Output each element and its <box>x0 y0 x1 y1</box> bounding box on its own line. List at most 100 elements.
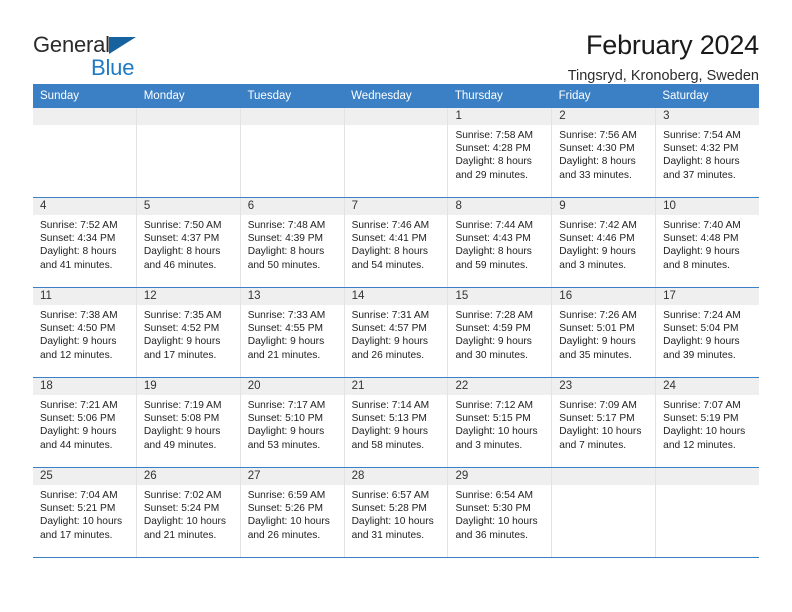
sunrise-text: Sunrise: 6:59 AM <box>247 490 326 501</box>
daylight-text-line2: and 30 minutes. <box>455 349 528 361</box>
sunrise-text: Sunrise: 7:17 AM <box>247 400 326 411</box>
day-cell[interactable]: 24 Sunrise: 7:07 AM Sunset: 5:19 PM Dayligh… <box>656 378 760 467</box>
daylight-text-line2: and 35 minutes. <box>559 349 632 361</box>
day-cell[interactable]: 17 Sunrise: 7:24 AM Sunset: 5:04 PM Dayligh… <box>656 288 760 377</box>
day-details: Sunrise: 7:50 AM Sunset: 4:37 PM Daylight:… <box>137 215 240 272</box>
calendar-page: General Blue February 2024 Tingsryd, Kro… <box>0 0 792 612</box>
day-number <box>344 108 448 125</box>
day-cell[interactable]: 14 Sunrise: 7:31 AM Sunset: 4:57 PM Dayligh… <box>344 288 449 377</box>
sunset-text: Sunset: 4:39 PM <box>247 233 324 245</box>
day-number: 19 <box>136 378 240 395</box>
weekday-header-row: Sunday Monday Tuesday Wednesday Thursday… <box>33 84 759 108</box>
sunset-text: Sunset: 5:01 PM <box>559 323 635 335</box>
weekday-header-friday: Friday <box>558 90 591 102</box>
day-cell-empty <box>656 468 760 557</box>
day-cell[interactable]: 27 Sunrise: 6:59 AM Sunset: 5:26 PM Dayligh… <box>240 468 345 557</box>
day-details: Sunrise: 7:48 AM Sunset: 4:39 PM Daylight:… <box>241 215 344 272</box>
daylight-text-line2: and 21 minutes. <box>247 349 321 361</box>
day-number <box>33 108 136 125</box>
day-cell[interactable]: 2 Sunrise: 7:56 AM Sunset: 4:30 PM Daylight… <box>552 108 657 197</box>
weeks-container: 1 Sunrise: 7:58 AM Sunset: 4:28 PM Daylight… <box>33 108 760 558</box>
day-number: 24 <box>656 378 760 395</box>
day-cell[interactable]: 7 Sunrise: 7:46 AM Sunset: 4:41 PM Daylight… <box>344 198 449 287</box>
day-cell[interactable]: 19 Sunrise: 7:19 AM Sunset: 5:08 PM Dayligh… <box>136 378 241 467</box>
daylight-text-line1: Daylight: 10 hours <box>351 516 434 528</box>
sunrise-text: Sunrise: 7:26 AM <box>559 310 637 321</box>
day-cell[interactable]: 3 Sunrise: 7:54 AM Sunset: 4:32 PM Daylight… <box>656 108 760 197</box>
sunrise-text: Sunrise: 7:40 AM <box>663 220 741 231</box>
day-details: Sunrise: 7:46 AM Sunset: 4:41 PM Daylight:… <box>345 215 448 272</box>
daylight-text-line2: and 37 minutes. <box>663 169 736 181</box>
sunset-text: Sunset: 5:08 PM <box>143 413 220 425</box>
sunrise-text: Sunrise: 7:09 AM <box>559 400 637 411</box>
sunrise-text: Sunrise: 7:19 AM <box>143 400 222 411</box>
sunset-text: Sunset: 4:32 PM <box>663 143 739 155</box>
day-cell[interactable]: 10 Sunrise: 7:40 AM Sunset: 4:48 PM Dayligh… <box>656 198 760 287</box>
day-number: 22 <box>448 378 552 395</box>
day-cell[interactable]: 13 Sunrise: 7:33 AM Sunset: 4:55 PM Dayligh… <box>240 288 345 377</box>
day-cell[interactable]: 12 Sunrise: 7:35 AM Sunset: 4:52 PM Dayligh… <box>136 288 241 377</box>
daylight-text-line1: Daylight: 9 hours <box>247 426 325 438</box>
page-header: General Blue February 2024 Tingsryd, Kro… <box>0 0 792 84</box>
sunrise-text: Sunrise: 6:54 AM <box>455 490 534 501</box>
sunset-text: Sunset: 4:59 PM <box>455 323 531 335</box>
day-cell[interactable]: 4 Sunrise: 7:52 AM Sunset: 4:34 PM Daylight… <box>33 198 137 287</box>
day-number: 21 <box>344 378 448 395</box>
day-cell[interactable]: 15 Sunrise: 7:28 AM Sunset: 4:59 PM Dayligh… <box>448 288 553 377</box>
day-details: Sunrise: 7:04 AM Sunset: 5:21 PM Daylight:… <box>33 485 136 542</box>
day-number <box>552 468 656 485</box>
daylight-text-line1: Daylight: 9 hours <box>247 336 325 348</box>
week-row: 11 Sunrise: 7:38 AM Sunset: 4:50 PM Dayligh… <box>33 288 760 378</box>
sunrise-text: Sunrise: 7:52 AM <box>40 220 118 231</box>
day-details: Sunrise: 7:52 AM Sunset: 4:34 PM Daylight:… <box>33 215 136 272</box>
daylight-text-line2: and 39 minutes. <box>663 349 736 361</box>
day-cell[interactable]: 20 Sunrise: 7:17 AM Sunset: 5:10 PM Dayligh… <box>240 378 345 467</box>
day-cell[interactable]: 22 Sunrise: 7:12 AM Sunset: 5:15 PM Dayligh… <box>448 378 553 467</box>
day-cell[interactable]: 26 Sunrise: 7:02 AM Sunset: 5:24 PM Dayligh… <box>136 468 241 557</box>
weekday-header-wednesday: Wednesday <box>351 90 412 102</box>
daylight-text-line1: Daylight: 8 hours <box>559 156 636 168</box>
day-cell[interactable]: 11 Sunrise: 7:38 AM Sunset: 4:50 PM Dayligh… <box>33 288 137 377</box>
day-details: Sunrise: 7:28 AM Sunset: 4:59 PM Daylight:… <box>448 305 551 362</box>
day-number: 9 <box>552 198 656 215</box>
day-cell[interactable]: 28 Sunrise: 6:57 AM Sunset: 5:28 PM Dayligh… <box>344 468 449 557</box>
sunset-text: Sunset: 4:46 PM <box>559 233 635 245</box>
daylight-text-line2: and 53 minutes. <box>247 439 321 451</box>
day-cell[interactable]: 5 Sunrise: 7:50 AM Sunset: 4:37 PM Daylight… <box>136 198 241 287</box>
sunrise-text: Sunrise: 7:28 AM <box>455 310 534 321</box>
day-cell-empty <box>344 108 449 197</box>
daylight-text-line1: Daylight: 9 hours <box>455 336 532 348</box>
day-cell[interactable]: 6 Sunrise: 7:48 AM Sunset: 4:39 PM Daylight… <box>240 198 345 287</box>
day-cell[interactable]: 16 Sunrise: 7:26 AM Sunset: 5:01 PM Dayligh… <box>552 288 657 377</box>
day-details: Sunrise: 7:54 AM Sunset: 4:32 PM Daylight:… <box>656 125 759 182</box>
brand-logo[interactable]: General Blue <box>33 30 163 79</box>
day-number <box>656 468 760 485</box>
day-details: Sunrise: 7:17 AM Sunset: 5:10 PM Daylight:… <box>241 395 344 452</box>
daylight-text-line2: and 17 minutes. <box>143 349 217 361</box>
sunrise-text: Sunrise: 7:50 AM <box>143 220 222 231</box>
day-details: Sunrise: 7:09 AM Sunset: 5:17 PM Daylight:… <box>552 395 655 452</box>
sunrise-text: Sunrise: 7:24 AM <box>663 310 741 321</box>
sunset-text: Sunset: 5:17 PM <box>559 413 635 425</box>
day-cell[interactable]: 21 Sunrise: 7:14 AM Sunset: 5:13 PM Dayligh… <box>344 378 449 467</box>
day-cell[interactable]: 23 Sunrise: 7:09 AM Sunset: 5:17 PM Dayligh… <box>552 378 657 467</box>
day-cell[interactable]: 25 Sunrise: 7:04 AM Sunset: 5:21 PM Dayligh… <box>33 468 137 557</box>
day-cell[interactable]: 29 Sunrise: 6:54 AM Sunset: 5:30 PM Dayligh… <box>448 468 553 557</box>
daylight-text-line2: and 29 minutes. <box>455 169 528 181</box>
sunset-text: Sunset: 4:30 PM <box>559 143 635 155</box>
day-cell[interactable]: 1 Sunrise: 7:58 AM Sunset: 4:28 PM Daylight… <box>448 108 553 197</box>
daylight-text-line1: Daylight: 10 hours <box>663 426 746 438</box>
daylight-text-line1: Daylight: 9 hours <box>663 246 740 258</box>
day-cell[interactable]: 9 Sunrise: 7:42 AM Sunset: 4:46 PM Daylight… <box>552 198 657 287</box>
weekday-header-tuesday: Tuesday <box>247 90 292 102</box>
day-cell[interactable]: 8 Sunrise: 7:44 AM Sunset: 4:43 PM Daylight… <box>448 198 553 287</box>
calendar-grid: Sunday Monday Tuesday Wednesday Thursday… <box>33 84 760 558</box>
day-cell-empty <box>33 108 137 197</box>
sunrise-text: Sunrise: 7:14 AM <box>351 400 430 411</box>
day-cell[interactable]: 18 Sunrise: 7:21 AM Sunset: 5:06 PM Dayligh… <box>33 378 137 467</box>
day-number <box>240 108 344 125</box>
daylight-text-line1: Daylight: 8 hours <box>143 246 221 258</box>
day-number: 23 <box>552 378 656 395</box>
day-number: 17 <box>656 288 760 305</box>
day-number: 20 <box>240 378 344 395</box>
